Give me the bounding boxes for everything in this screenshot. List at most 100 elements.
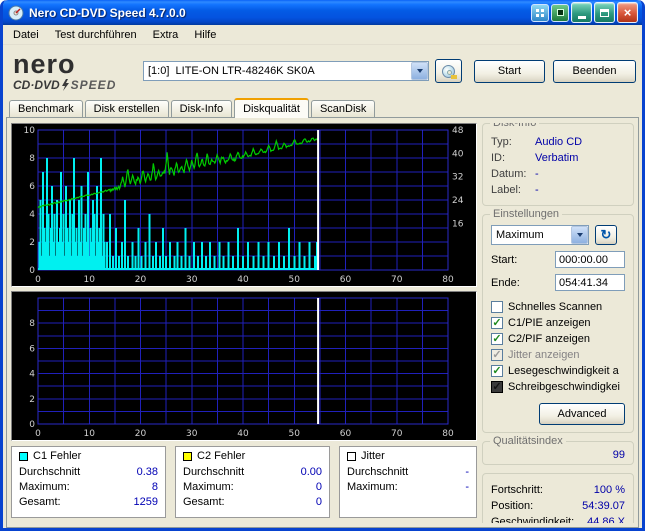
chevron-down-icon[interactable] [411,62,429,80]
checkbox-icon[interactable]: ✓ [491,333,503,345]
refresh-icon: ↻ [600,227,612,242]
minimize-button[interactable] [571,2,592,23]
refresh-button[interactable]: ↻ [595,225,617,245]
end-time-input[interactable] [555,274,625,291]
titlebar-extra-button-1[interactable] [531,3,549,22]
checkbox-jitter-anzeigen[interactable]: ✓ Jitter anzeigen [491,347,625,363]
stat-value: - [465,466,469,478]
checkbox-icon[interactable]: ✓ [491,365,503,377]
tab-benchmark[interactable]: Benchmark [9,100,83,117]
disk-info-label: Datum: [491,168,527,180]
menu-item-datei[interactable]: Datei [5,26,47,44]
menu-item-hilfe[interactable]: Hilfe [186,26,224,44]
disk-info-group: Disk-Info Typ: Audio CD ID: Verbatim Datum: -… [482,123,634,206]
stat-value: 1259 [133,496,158,508]
checkbox-icon[interactable] [491,301,503,313]
quality-index-value: 99 [612,449,625,461]
settings-group: Einstellungen Maximum ↻ Start: E [482,208,634,433]
titlebar-extra-button-2[interactable] [551,3,569,22]
disk-info-label: ID: [491,152,506,164]
svg-text:10: 10 [84,275,96,285]
svg-text:2: 2 [29,238,35,248]
disk-info-row: Typ: Audio CD [491,134,625,150]
start-button[interactable]: Start [473,59,546,83]
checkbox-c1-pie-anzeigen[interactable]: ✓ C1/PIE anzeigen [491,315,625,331]
svg-text:10: 10 [84,429,96,439]
stat-row: Gesamt: 0 [183,495,322,510]
maximize-icon [600,8,609,17]
stat-row: Maximum: 0 [183,480,322,495]
disk-info-label: Label: [491,184,521,196]
nero-logo: nero CD·DVD SPEED [9,51,135,91]
stat-label: Gesamt: [19,496,61,508]
close-button[interactable]: × [617,2,638,23]
tab-scandisk[interactable]: ScanDisk [310,100,376,117]
stat-label: Maximum: [183,481,234,493]
checkbox-icon[interactable]: ✓ [491,381,503,393]
checkbox-schnelles-scannen[interactable]: Schnelles Scannen [491,299,625,315]
quit-button[interactable]: Beenden [553,59,636,83]
progress-value: 54:39.07 [582,500,625,512]
titlebar[interactable]: Nero CD-DVD Speed 4.7.0.0 × [3,0,642,25]
svg-text:6: 6 [29,182,35,192]
advanced-button[interactable]: Advanced [539,403,625,425]
eject-button[interactable] [435,59,462,83]
disk-info-value: Verbatim [535,152,579,164]
start-time-input[interactable] [555,251,625,268]
eject-hand-icon [450,75,457,79]
checkbox-lesegeschwindigkeit-a[interactable]: ✓ Lesegeschwindigkeit a [491,363,625,379]
svg-text:0: 0 [35,429,41,439]
chevron-down-icon[interactable] [571,226,588,244]
disk-info-row: Datum: - [491,166,625,182]
tab-disk-info[interactable]: Disk-Info [170,100,233,117]
c2-error-chart: 024680 10 20 30 40 50 60 70 80 [11,291,477,441]
checkbox-label: Schreibgeschwindigkei [508,381,620,393]
stat-value: - [465,481,469,493]
tab-disk-erstellen[interactable]: Disk erstellen [84,100,169,117]
svg-text:20: 20 [135,275,147,285]
stat-label: Durchschnitt [347,466,409,478]
stat-label: Gesamt: [183,496,225,508]
svg-text:80: 80 [442,275,454,285]
checkbox-c2-pif-anzeigen[interactable]: ✓ C2/PIF anzeigen [491,331,625,347]
stat-value: 8 [151,481,158,493]
speed-select[interactable]: Maximum [491,225,589,245]
progress-group: Fortschritt: 100 % Position: 54:39.07 Geschw… [482,473,634,523]
svg-text:50: 50 [289,429,301,439]
toolbar: nero CD·DVD SPEED [1:0] LITE-ON LTR-4824… [3,45,642,97]
svg-text:30: 30 [186,275,198,285]
end-time-label: Ende: [491,276,520,289]
svg-text:70: 70 [391,275,403,285]
progress-row: Position: 54:39.07 [491,498,625,514]
tab-diskqualit-t[interactable]: Diskqualität [234,98,309,118]
disk-info-label: Typ: [491,136,512,148]
stat-row: Durchschnitt 0.00 [183,465,322,480]
drive-select[interactable]: [1:0] LITE-ON LTR-48246K SK0A [143,61,430,81]
jitter-swatch-icon [347,451,356,461]
svg-text:2: 2 [29,395,35,405]
stat-row: Maximum: 8 [19,480,158,495]
lightning-bolt-icon [61,79,69,91]
stat-panel-c2-fehler: C2 Fehler Durchschnitt 0.00 Maximum: 0 Gesamt… [175,446,330,518]
checkbox-label: C1/PIE anzeigen [508,317,591,329]
menu-item-extra[interactable]: Extra [145,26,187,44]
svg-text:24: 24 [452,196,464,206]
app-icon [8,5,24,21]
tab-bar: Benchmark Disk erstellen Disk-Info Diskqual… [3,97,642,118]
side-panel: Disk-Info Typ: Audio CD ID: Verbatim Datum: -… [482,123,634,523]
svg-text:48: 48 [452,126,464,136]
svg-text:16: 16 [452,219,464,229]
app-window: Nero CD-DVD Speed 4.7.0.0 × Datei Test du… [0,0,645,531]
maximize-button[interactable] [594,2,615,23]
checkbox-icon[interactable]: ✓ [491,349,503,361]
checkbox-icon[interactable]: ✓ [491,317,503,329]
stat-row: Durchschnitt 0.38 [19,465,158,480]
menu-item-test-durchf-hren[interactable]: Test durchführen [47,26,145,44]
stat-label: Durchschnitt [19,466,81,478]
stat-panel-jitter: Jitter Durchschnitt - Maximum: - [339,446,477,518]
stat-value: 0 [315,481,322,493]
progress-label: Geschwindigkeit: [491,516,575,523]
stat-panel-title: Jitter [361,450,385,462]
svg-text:10: 10 [24,126,36,136]
checkbox-schreibgeschwindigkei[interactable]: ✓ Schreibgeschwindigkei [491,379,625,395]
